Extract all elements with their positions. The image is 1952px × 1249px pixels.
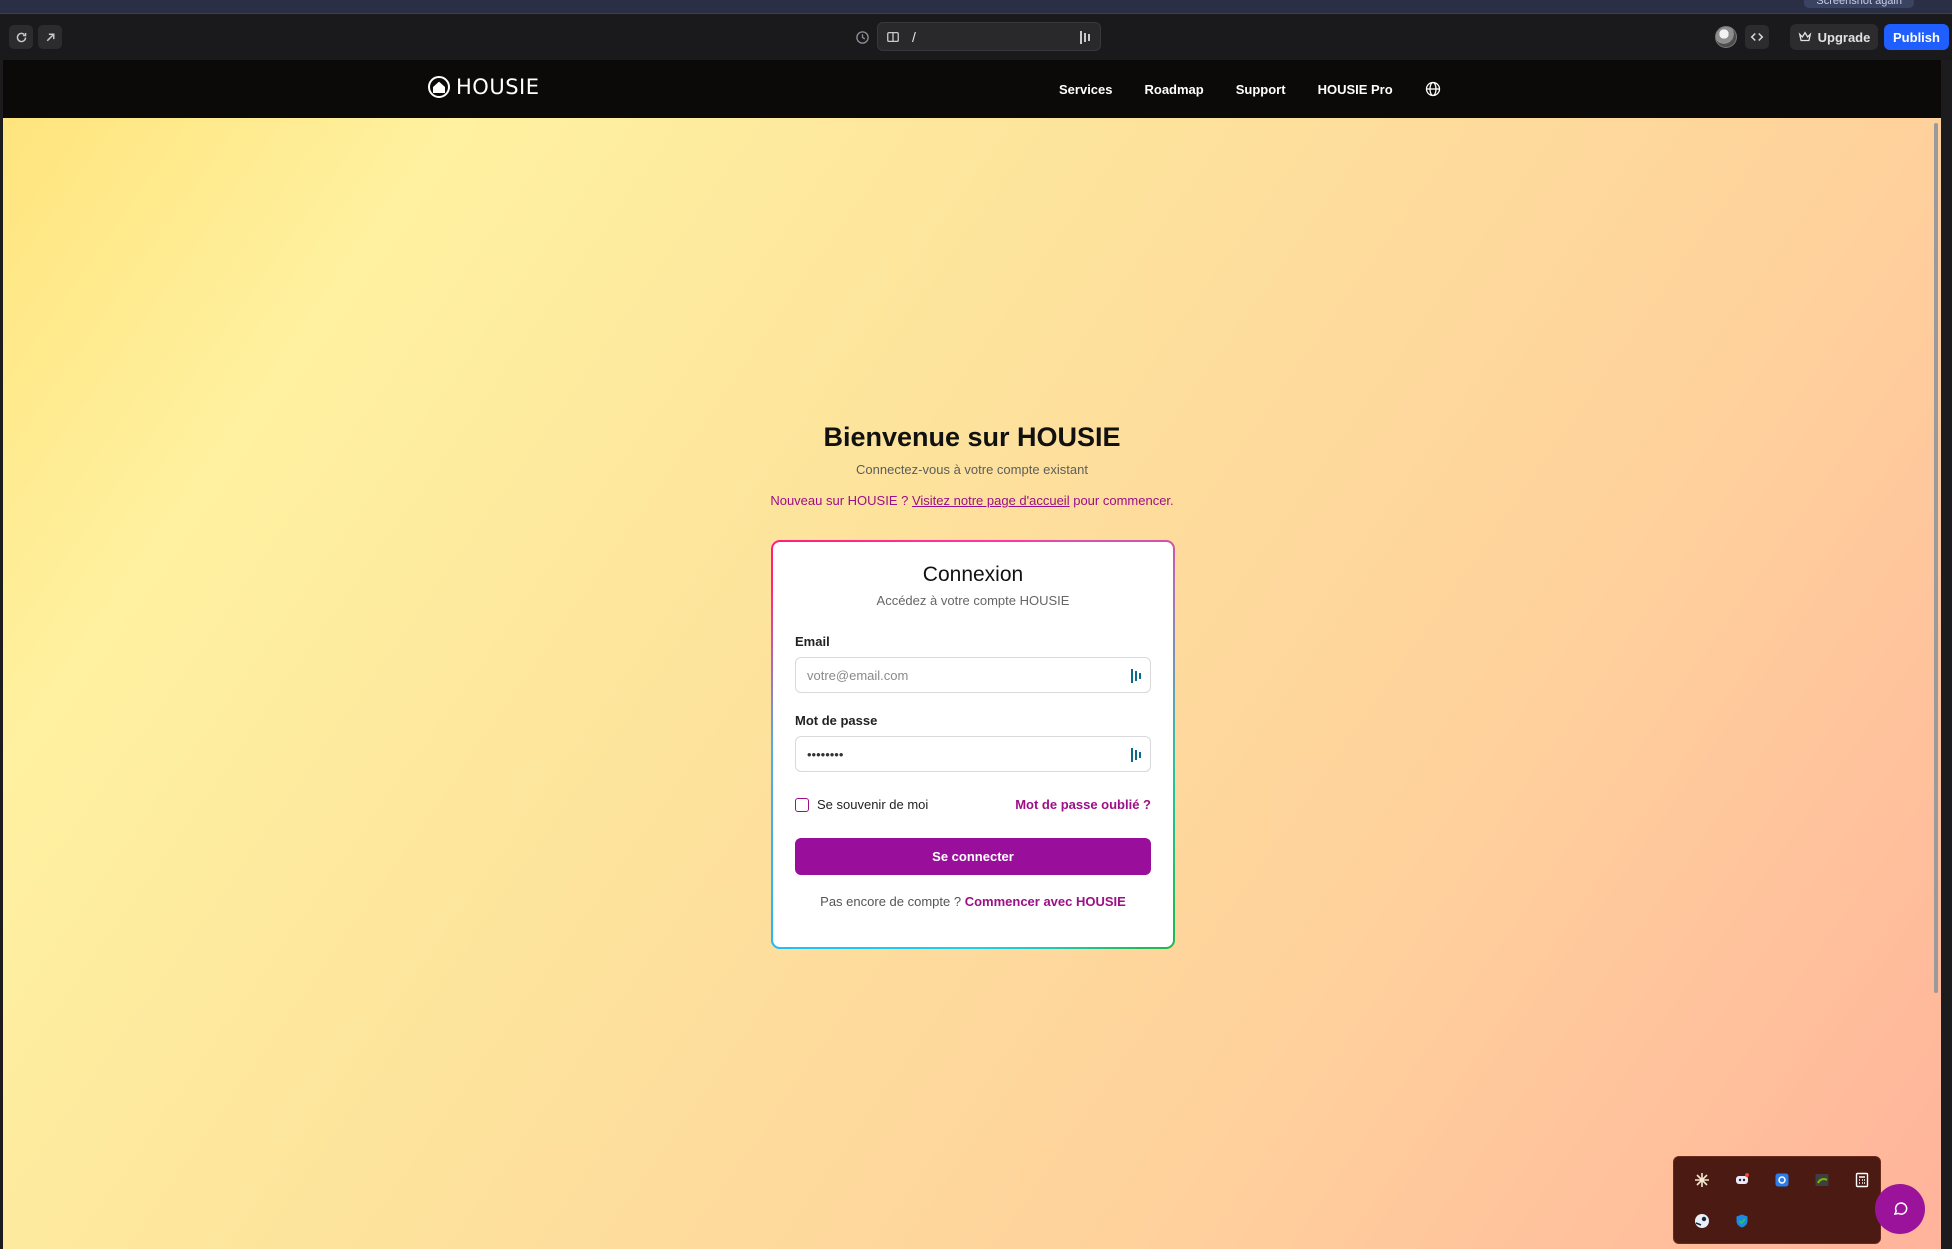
publish-button[interactable]: Publish [1884,24,1949,50]
upgrade-button[interactable]: Upgrade [1790,24,1878,50]
nav-link-housie-pro[interactable]: HOUSIE Pro [1318,82,1393,97]
book-icon [887,31,899,42]
open-external-button[interactable] [38,25,62,49]
password-manager-icon[interactable] [1131,669,1143,683]
signup-prompt: Pas encore de compte ? Commencer avec HO… [773,894,1173,909]
login-card: Connexion Accédez à votre compte HOUSIE … [773,542,1173,947]
system-tray [1673,1156,1881,1244]
email-field-wrapper [795,657,1151,693]
site-navbar: HOUSIE Services Roadmap Support HOUSIE P… [3,60,1941,118]
nav-link-services[interactable]: Services [1059,82,1113,97]
editor-toolbar: / Upgrade Publish [0,14,1952,60]
security-shield-icon[interactable] [1734,1213,1750,1229]
site-logo[interactable]: HOUSIE [427,75,539,99]
crown-icon [1798,31,1811,42]
signup-prefix: Pas encore de compte ? [820,894,962,909]
chat-button[interactable] [1875,1184,1925,1234]
house-logo-icon [428,76,450,98]
email-field[interactable] [796,658,1150,692]
code-icon [1750,32,1764,42]
code-view-button[interactable] [1745,25,1769,49]
nvidia-icon[interactable] [1814,1172,1830,1188]
avatar[interactable] [1715,26,1737,48]
nav-link-support[interactable]: Support [1236,82,1286,97]
login-button[interactable]: Se connecter [795,838,1151,875]
arrow-up-right-icon [46,33,54,41]
globe-icon[interactable] [1425,81,1441,97]
address-text: / [912,28,916,45]
password-field[interactable] [796,737,1150,771]
forgot-password-link[interactable]: Mot de passe oublié ? [1015,797,1151,812]
remember-me[interactable]: Se souvenir de moi [795,797,928,812]
page-subtitle: Connectez-vous à votre compte existant [856,462,1088,477]
login-subtitle: Accédez à votre compte HOUSIE [876,593,1070,608]
signup-link[interactable]: Commencer avec HOUSIE [965,894,1126,909]
upgrade-label: Upgrade [1817,29,1871,45]
password-label: Mot de passe [795,713,878,728]
password-manager-icon[interactable] [1131,748,1143,762]
new-user-prefix: Nouveau sur HOUSIE ? [770,493,909,508]
remember-me-checkbox[interactable] [795,797,809,812]
homepage-link[interactable]: Visitez notre page d'accueil [912,493,1070,508]
new-user-suffix: pour commencer. [1073,493,1174,508]
new-user-message: Nouveau sur HOUSIE ? Visitez notre page … [3,493,1941,508]
page-title: Bienvenue sur HOUSIE [823,422,1121,452]
site-preview: HOUSIE Services Roadmap Support HOUSIE P… [3,60,1941,1249]
sparkle-app-icon[interactable] [1694,1172,1710,1188]
steam-icon[interactable] [1694,1213,1710,1229]
refresh-icon [16,32,26,42]
login-card-border: Connexion Accédez à votre compte HOUSIE … [771,540,1175,949]
scrollbar-thumb[interactable] [1934,123,1938,993]
grip-icon[interactable] [1080,31,1092,44]
refresh-button[interactable] [9,25,33,49]
calculator-icon[interactable] [1854,1172,1870,1188]
brand-name: HOUSIE [456,75,540,99]
history-icon[interactable] [855,30,870,45]
top-strip: Screenshot again [0,0,1952,14]
email-label: Email [795,634,830,649]
nav-links: Services Roadmap Support HOUSIE Pro [1059,60,1441,118]
nav-link-roadmap[interactable]: Roadmap [1145,82,1204,97]
discord-icon[interactable] [1734,1172,1750,1188]
remember-me-label: Se souvenir de moi [817,797,929,812]
screenshot-again-button[interactable]: Screenshot again [1804,0,1914,8]
camera-app-icon[interactable] [1774,1172,1790,1188]
login-title: Connexion [922,563,1024,586]
password-field-wrapper [795,736,1151,772]
address-bar[interactable]: / [877,22,1101,51]
preview-scrollbar[interactable] [1931,118,1941,1249]
chat-bubble-icon [1893,1202,1908,1215]
